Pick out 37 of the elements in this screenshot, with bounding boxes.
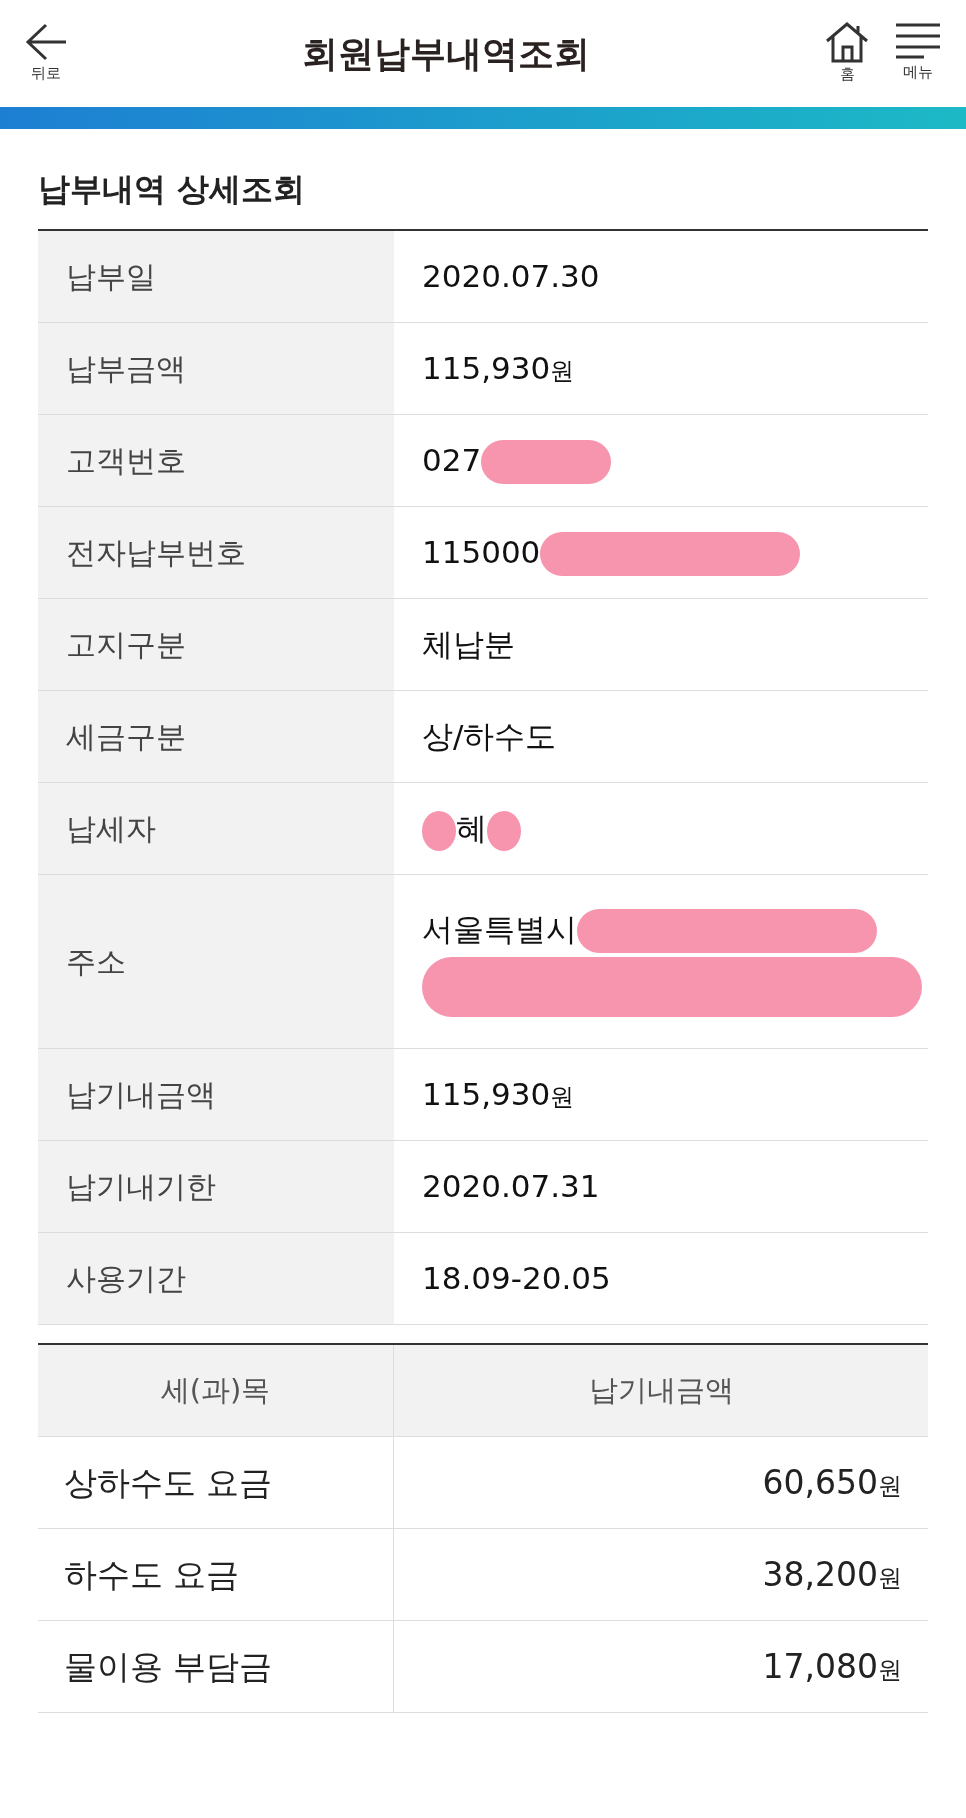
- field-value: 체납분: [422, 625, 515, 665]
- field-value: 2020.07.30: [422, 257, 600, 297]
- field-value: 18.09-20.05: [422, 1259, 611, 1299]
- field-value: 2020.07.31: [422, 1167, 600, 1207]
- field-label: 고지구분: [38, 599, 394, 690]
- item-name: 물이용 부담금: [64, 1645, 273, 1688]
- field-value: 115000: [422, 533, 541, 573]
- home-icon: [824, 21, 870, 64]
- field-label: 납기내금액: [38, 1049, 394, 1140]
- amount-value: 38,200원: [762, 1553, 902, 1596]
- back-button[interactable]: 뒤로: [24, 22, 68, 85]
- item-name: 상하수도 요금: [64, 1461, 273, 1504]
- item-name: 하수도 요금: [64, 1553, 240, 1596]
- field-value: 027: [422, 441, 482, 481]
- column-header: 세(과)목: [160, 1371, 271, 1409]
- field-label: 세금구분: [38, 691, 394, 782]
- field-value: 상/하수도: [422, 717, 557, 757]
- field-value: 혜: [456, 809, 487, 849]
- field-label: 사용기간: [38, 1233, 394, 1324]
- back-arrow-icon: [24, 22, 68, 63]
- field-label: 납세자: [38, 783, 394, 874]
- home-button[interactable]: 홈: [824, 21, 870, 86]
- field-label: 납부금액: [38, 323, 394, 414]
- column-header: 납기내금액: [588, 1371, 734, 1409]
- menu-icon: [894, 21, 942, 62]
- amount-value: 17,080원: [762, 1645, 902, 1688]
- page-title: 회원납부내역조회: [302, 31, 590, 76]
- menu-button[interactable]: 메뉴: [894, 21, 942, 86]
- field-label: 고객번호: [38, 415, 394, 506]
- field-value: 115,930원: [422, 349, 575, 389]
- field-label: 납부일: [38, 231, 394, 322]
- field-value: 115,930원: [422, 1075, 575, 1115]
- field-label: 주소: [38, 875, 394, 1048]
- field-value: 서울특별시: [422, 910, 577, 950]
- field-label: 전자납부번호: [38, 507, 394, 598]
- amount-value: 60,650원: [762, 1461, 902, 1504]
- field-label: 납기내기한: [38, 1141, 394, 1232]
